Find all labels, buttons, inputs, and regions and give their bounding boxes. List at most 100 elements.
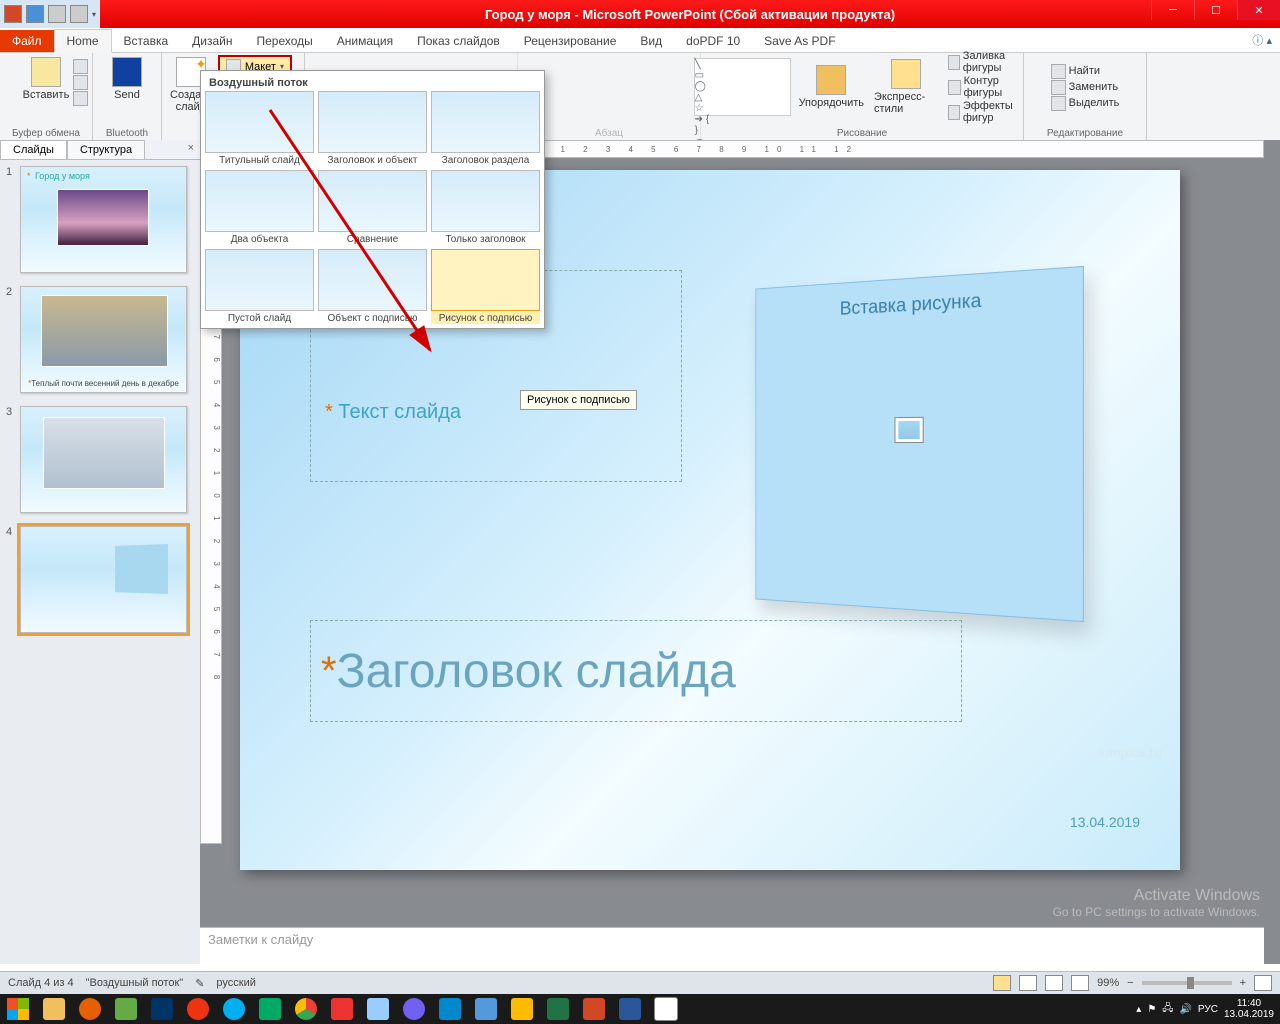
slide-thumb-1[interactable]: 1*Город у моря — [6, 166, 194, 276]
select-button[interactable]: Выделить — [1051, 96, 1120, 111]
tab-animation[interactable]: Анимация — [325, 30, 405, 52]
picture-placeholder[interactable]: Вставка рисунка — [755, 266, 1084, 622]
taskbar-skype[interactable] — [216, 994, 252, 1024]
shape-outline-button[interactable]: Контур фигуры — [948, 75, 1029, 99]
tab-transitions[interactable]: Переходы — [244, 30, 324, 52]
status-spellcheck-icon[interactable]: ✎ — [195, 977, 204, 990]
taskbar-word[interactable] — [612, 994, 648, 1024]
start-button[interactable] — [0, 994, 36, 1024]
status-language[interactable]: русский — [216, 977, 255, 989]
paste-button[interactable]: Вставить — [21, 55, 72, 103]
taskbar-app3[interactable] — [324, 994, 360, 1024]
taskbar-powerpoint[interactable] — [576, 994, 612, 1024]
arrange-button[interactable]: Упорядочить — [797, 63, 866, 111]
group-clipboard-label: Буфер обмена — [6, 128, 86, 139]
bluetooth-icon — [112, 57, 142, 87]
ribbon-help-icon[interactable]: ⓘ ▴ — [1244, 28, 1280, 52]
zoom-out-button[interactable]: − — [1127, 977, 1133, 989]
taskbar-app1[interactable] — [108, 994, 144, 1024]
tray-volume-icon[interactable]: 🔊 — [1179, 1004, 1191, 1015]
slide-thumb-3[interactable]: 3 — [6, 406, 194, 516]
view-reading-button[interactable] — [1045, 975, 1063, 991]
replace-button[interactable]: Заменить — [1051, 80, 1120, 95]
insert-picture-icon[interactable] — [894, 417, 923, 443]
quick-styles-button[interactable]: Экспресс-стили — [872, 57, 940, 117]
notes-pane[interactable]: Заметки к слайду — [200, 927, 1264, 964]
taskbar-chrome[interactable] — [288, 994, 324, 1024]
ribbon: Вставить Буфер обмена Send Bluetooth ✦Со… — [0, 53, 1280, 142]
zoom-in-button[interactable]: + — [1240, 977, 1246, 989]
group-drawing-label: Рисование — [707, 128, 1017, 139]
ribbon-tabs: Файл Home Вставка Дизайн Переходы Анимац… — [0, 28, 1280, 53]
undo-icon[interactable] — [48, 5, 66, 23]
taskbar-paint[interactable] — [648, 994, 684, 1024]
taskbar-app4[interactable] — [360, 994, 396, 1024]
file-tab[interactable]: Файл — [0, 30, 54, 52]
view-slideshow-button[interactable] — [1071, 975, 1089, 991]
slide-thumb-2[interactable]: 2*Теплый почти весенний день в декабре — [6, 286, 194, 396]
title-placeholder[interactable]: *Заголовок слайда — [310, 620, 962, 722]
view-sorter-button[interactable] — [1019, 975, 1037, 991]
clipboard-icon — [31, 57, 61, 87]
zoom-slider[interactable] — [1142, 981, 1232, 985]
tray-language[interactable]: РУС — [1198, 1004, 1218, 1015]
find-button[interactable]: Найти — [1051, 64, 1120, 79]
activate-windows-msg: Activate Windows Go to PC settings to ac… — [1053, 887, 1260, 919]
gallery-theme-label: Воздушный поток — [205, 75, 540, 91]
arrange-icon — [816, 65, 846, 95]
tray-network-icon[interactable]: 🖧 — [1162, 1001, 1173, 1018]
taskbar: ▴ ⚑ 🖧 🔊 РУС 11:40 13.04.2019 — [0, 994, 1280, 1024]
taskbar-store[interactable] — [252, 994, 288, 1024]
tab-review[interactable]: Рецензирование — [512, 30, 629, 52]
tray-flag-icon[interactable]: ⚑ — [1147, 1004, 1156, 1015]
fit-to-window-button[interactable] — [1254, 975, 1272, 991]
cut-icon[interactable] — [73, 59, 88, 74]
layout-tooltip: Рисунок с подписью — [520, 390, 637, 410]
tab-slideshow[interactable]: Показ слайдов — [405, 30, 512, 52]
pane-tab-outline[interactable]: Структура — [67, 140, 145, 160]
status-theme: "Воздушный поток" — [86, 977, 184, 989]
pane-tab-slides[interactable]: Слайды — [0, 140, 67, 160]
pane-close-icon[interactable]: × — [182, 140, 200, 159]
tab-design[interactable]: Дизайн — [180, 30, 244, 52]
effects-icon — [948, 105, 960, 120]
taskbar-app6[interactable] — [468, 994, 504, 1024]
shapes-gallery[interactable]: ╲ ▭ ◯ △ ☆ ➔ { } ⌒ ▱ ◇ ⬠ ▾ — [694, 58, 791, 116]
tab-dopdf[interactable]: doPDF 10 — [674, 30, 752, 52]
group-bluetooth-label: Bluetooth — [99, 128, 155, 139]
taskbar-app2[interactable] — [144, 994, 180, 1024]
shape-fill-button[interactable]: Заливка фигуры — [948, 50, 1029, 74]
tab-saveaspdf[interactable]: Save As PDF — [752, 30, 847, 52]
minimize-button[interactable]: ─ — [1151, 0, 1194, 20]
view-normal-button[interactable] — [993, 975, 1011, 991]
taskbar-app5[interactable] — [432, 994, 468, 1024]
redo-icon[interactable] — [70, 5, 88, 23]
bluetooth-send-button[interactable]: Send — [110, 55, 144, 103]
tray-date[interactable]: 13.04.2019 — [1224, 1009, 1274, 1020]
title-bar: ▾ Город у моря - Microsoft PowerPoint (С… — [0, 0, 1280, 28]
close-button[interactable]: ✕ — [1237, 0, 1280, 20]
tray-time[interactable]: 11:40 — [1224, 998, 1274, 1009]
paint-bucket-icon — [948, 55, 960, 70]
taskbar-viber[interactable] — [396, 994, 432, 1024]
zoom-level[interactable]: 99% — [1097, 977, 1119, 989]
taskbar-explorer[interactable] — [36, 994, 72, 1024]
watermark: lumpics.ru — [1098, 744, 1162, 760]
tab-insert[interactable]: Вставка — [112, 30, 181, 52]
taskbar-opera[interactable] — [180, 994, 216, 1024]
shape-effects-button[interactable]: Эффекты фигур — [948, 100, 1029, 124]
tab-view[interactable]: Вид — [628, 30, 674, 52]
taskbar-firefox[interactable] — [72, 994, 108, 1024]
replace-icon — [1051, 80, 1066, 95]
format-painter-icon[interactable] — [73, 91, 88, 106]
copy-icon[interactable] — [73, 75, 88, 90]
taskbar-excel[interactable] — [540, 994, 576, 1024]
tab-home[interactable]: Home — [54, 29, 112, 53]
tray-expand-icon[interactable]: ▴ — [1136, 1004, 1141, 1015]
taskbar-app7[interactable] — [504, 994, 540, 1024]
save-icon[interactable] — [26, 5, 44, 23]
powerpoint-icon — [4, 5, 22, 23]
maximize-button[interactable]: ☐ — [1194, 0, 1237, 20]
slide-thumb-4[interactable]: 4 — [6, 526, 194, 636]
qat-dropdown-icon[interactable]: ▾ — [92, 10, 96, 19]
